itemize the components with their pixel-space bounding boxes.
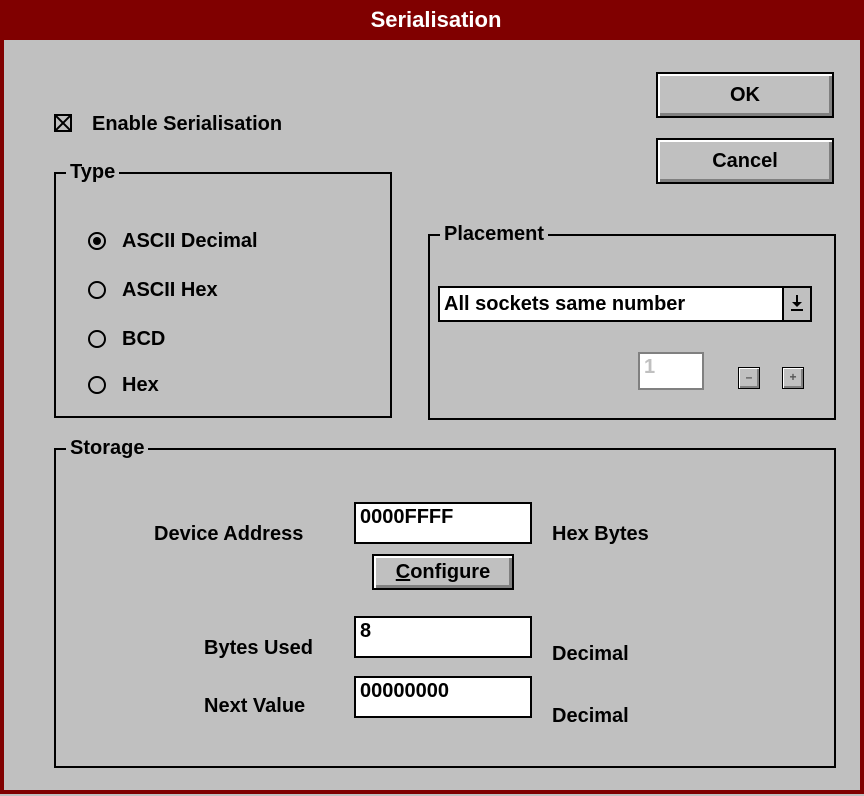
minus-icon: – xyxy=(745,370,753,384)
window-title: Serialisation xyxy=(370,7,502,32)
configure-label: onfigure xyxy=(410,560,491,583)
title-bar: Serialisation xyxy=(4,0,864,40)
radio-ascii-hex-label[interactable]: ASCII Hex xyxy=(122,278,218,302)
next-value-label: Next Value xyxy=(204,695,306,717)
radio-ascii-decimal-label[interactable]: ASCII Decimal xyxy=(122,229,258,253)
decrement-button[interactable]: – xyxy=(738,367,760,389)
device-address-input[interactable]: 0000FFFF xyxy=(354,502,532,544)
plus-icon: + xyxy=(789,370,797,384)
bytes-used-unit: Decimal xyxy=(552,643,629,665)
bytes-used-label: Bytes Used xyxy=(204,637,313,659)
enable-serialisation-checkbox[interactable] xyxy=(54,114,72,132)
radio-ascii-hex[interactable] xyxy=(88,281,106,299)
check-x-icon xyxy=(56,116,70,130)
down-arrow-icon xyxy=(791,295,803,311)
radio-hex-label[interactable]: Hex xyxy=(122,373,159,397)
ok-button[interactable]: OK xyxy=(656,72,834,118)
type-group-legend: Type xyxy=(66,160,120,184)
increment-button[interactable]: + xyxy=(782,367,804,389)
placement-selected-value: All sockets same number xyxy=(444,293,686,315)
placement-group: Placement xyxy=(428,222,836,420)
bytes-used-input[interactable]: 8 xyxy=(354,616,532,658)
radio-bcd-label[interactable]: BCD xyxy=(122,327,165,351)
device-address-label: Device Address xyxy=(154,523,304,545)
configure-accelerator: C xyxy=(395,560,411,583)
radio-ascii-decimal[interactable] xyxy=(88,232,106,250)
next-value-unit: Decimal xyxy=(552,705,629,727)
storage-group-legend: Storage xyxy=(66,436,149,460)
placement-dropdown[interactable]: All sockets same number xyxy=(438,286,812,322)
socket-number-input[interactable]: 1 xyxy=(638,352,704,390)
cancel-button[interactable]: Cancel xyxy=(656,138,834,184)
device-address-unit: Hex Bytes xyxy=(552,523,649,545)
enable-serialisation-label[interactable]: Enable Serialisation xyxy=(92,112,282,136)
configure-button[interactable]: Configure xyxy=(372,554,514,590)
placement-group-legend: Placement xyxy=(440,222,549,246)
radio-bcd[interactable] xyxy=(88,330,106,348)
next-value-input[interactable]: 00000000 xyxy=(354,676,532,718)
dropdown-arrow-icon[interactable] xyxy=(782,288,810,320)
storage-group: Storage xyxy=(54,436,836,768)
radio-hex[interactable] xyxy=(88,376,106,394)
